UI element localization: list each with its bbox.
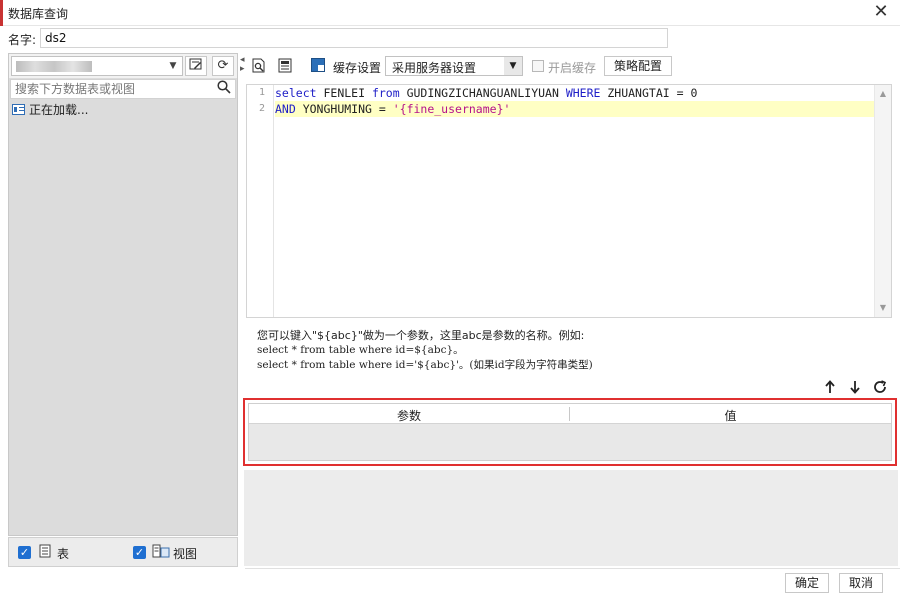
table-doc-icon xyxy=(39,544,51,562)
column-header-value[interactable]: 值 xyxy=(570,407,891,424)
datasource-select[interactable]: ▼ xyxy=(11,56,183,76)
editor-scrollbar[interactable]: ▲ ▼ xyxy=(874,85,891,317)
window-title: 数据库查询 xyxy=(8,7,69,21)
sql-editor[interactable]: 1 2 select FENLEI from GUDINGZICHANGUANL… xyxy=(246,84,892,318)
parameter-table-header: 参数 值 xyxy=(249,404,891,424)
parameter-hint: 您可以键入"${abc}"做为一个参数，这里abc是参数的名称。例如: sele… xyxy=(257,328,593,373)
parameter-table-highlight: 参数 值 xyxy=(243,398,897,466)
move-up-icon[interactable] xyxy=(824,380,836,398)
scroll-down-icon[interactable]: ▼ xyxy=(875,301,891,315)
cache-settings-label: 缓存设置 xyxy=(333,61,382,75)
column-header-param[interactable]: 参数 xyxy=(249,407,569,424)
title-bar: 数据库查询 ✕ xyxy=(0,0,900,26)
scroll-up-icon[interactable]: ▲ xyxy=(875,87,891,101)
accent-stripe xyxy=(0,0,3,26)
line-number: 1 xyxy=(258,87,265,98)
edit-connection-icon[interactable] xyxy=(185,56,207,76)
object-type-filter: ✓ 表 ✓ 视图 xyxy=(8,537,238,567)
footer-divider xyxy=(245,568,900,569)
name-label: 名字: xyxy=(8,33,37,47)
sql-template-icon[interactable] xyxy=(278,58,292,77)
move-down-icon[interactable] xyxy=(849,380,861,398)
right-panel-background xyxy=(244,470,898,566)
view-checkbox[interactable]: ✓ xyxy=(133,546,146,559)
chevron-down-icon: ▼ xyxy=(169,61,177,71)
enable-cache-checkbox[interactable] xyxy=(532,60,544,72)
table-search-input[interactable] xyxy=(11,80,211,98)
table-browser-panel: ▼ ⟳ 正在加载... xyxy=(8,53,238,536)
enable-cache-label: 开启缓存 xyxy=(548,61,597,75)
parameter-tools xyxy=(820,380,892,398)
line-number: 2 xyxy=(258,103,265,114)
close-icon[interactable]: ✕ xyxy=(870,1,892,23)
hint-line-1: 您可以键入"${abc}"做为一个参数，这里abc是参数的名称。例如: xyxy=(257,329,585,342)
table-browser-toolbar: ▼ ⟳ xyxy=(9,54,237,78)
tree-item-loading: 正在加载... xyxy=(11,101,88,119)
panel-splitter-handle[interactable]: ◂ ▸ xyxy=(240,56,245,74)
preview-icon[interactable] xyxy=(252,58,266,77)
chevron-down-icon: ▼ xyxy=(504,57,522,75)
name-input[interactable] xyxy=(40,28,668,48)
hint-line-2: select * from table where id=${abc}。 xyxy=(257,344,464,356)
tree-item-label: 正在加载... xyxy=(29,103,89,117)
table-checkbox[interactable]: ✓ xyxy=(18,546,31,559)
cache-mode-select[interactable]: 采用服务器设置 ▼ xyxy=(385,56,523,76)
cache-settings-icon[interactable] xyxy=(311,58,325,72)
table-search-box xyxy=(10,79,236,99)
sql-toolbar: 缓存设置 采用服务器设置 ▼ 开启缓存 策略配置 xyxy=(246,53,892,79)
refresh-params-icon[interactable] xyxy=(873,380,887,398)
code-line-2: AND YONGHUMING = '{fine_username}' xyxy=(275,101,875,117)
blurred-connection-name xyxy=(16,61,92,72)
policy-config-button[interactable]: 策略配置 xyxy=(604,56,672,76)
ok-button[interactable]: 确定 xyxy=(785,573,829,593)
name-row: 名字: xyxy=(0,27,900,51)
hint-line-3: select * from table where id='${abc}'。(如… xyxy=(257,359,593,371)
code-line-1: select FENLEI from GUDINGZICHANGUANLIYUA… xyxy=(275,86,698,100)
table-list-icon xyxy=(12,104,25,115)
cancel-button[interactable]: 取消 xyxy=(839,573,883,593)
parameter-table[interactable]: 参数 值 xyxy=(248,403,892,461)
search-icon[interactable] xyxy=(217,80,231,99)
line-number-gutter: 1 2 xyxy=(247,85,274,317)
table-tree: 正在加载... xyxy=(11,101,235,481)
view-filter-label: 视图 xyxy=(173,547,198,561)
table-filter-label: 表 xyxy=(57,547,70,561)
view-icon xyxy=(152,544,170,562)
refresh-icon[interactable]: ⟳ xyxy=(212,56,234,76)
cache-mode-value: 采用服务器设置 xyxy=(392,61,477,75)
